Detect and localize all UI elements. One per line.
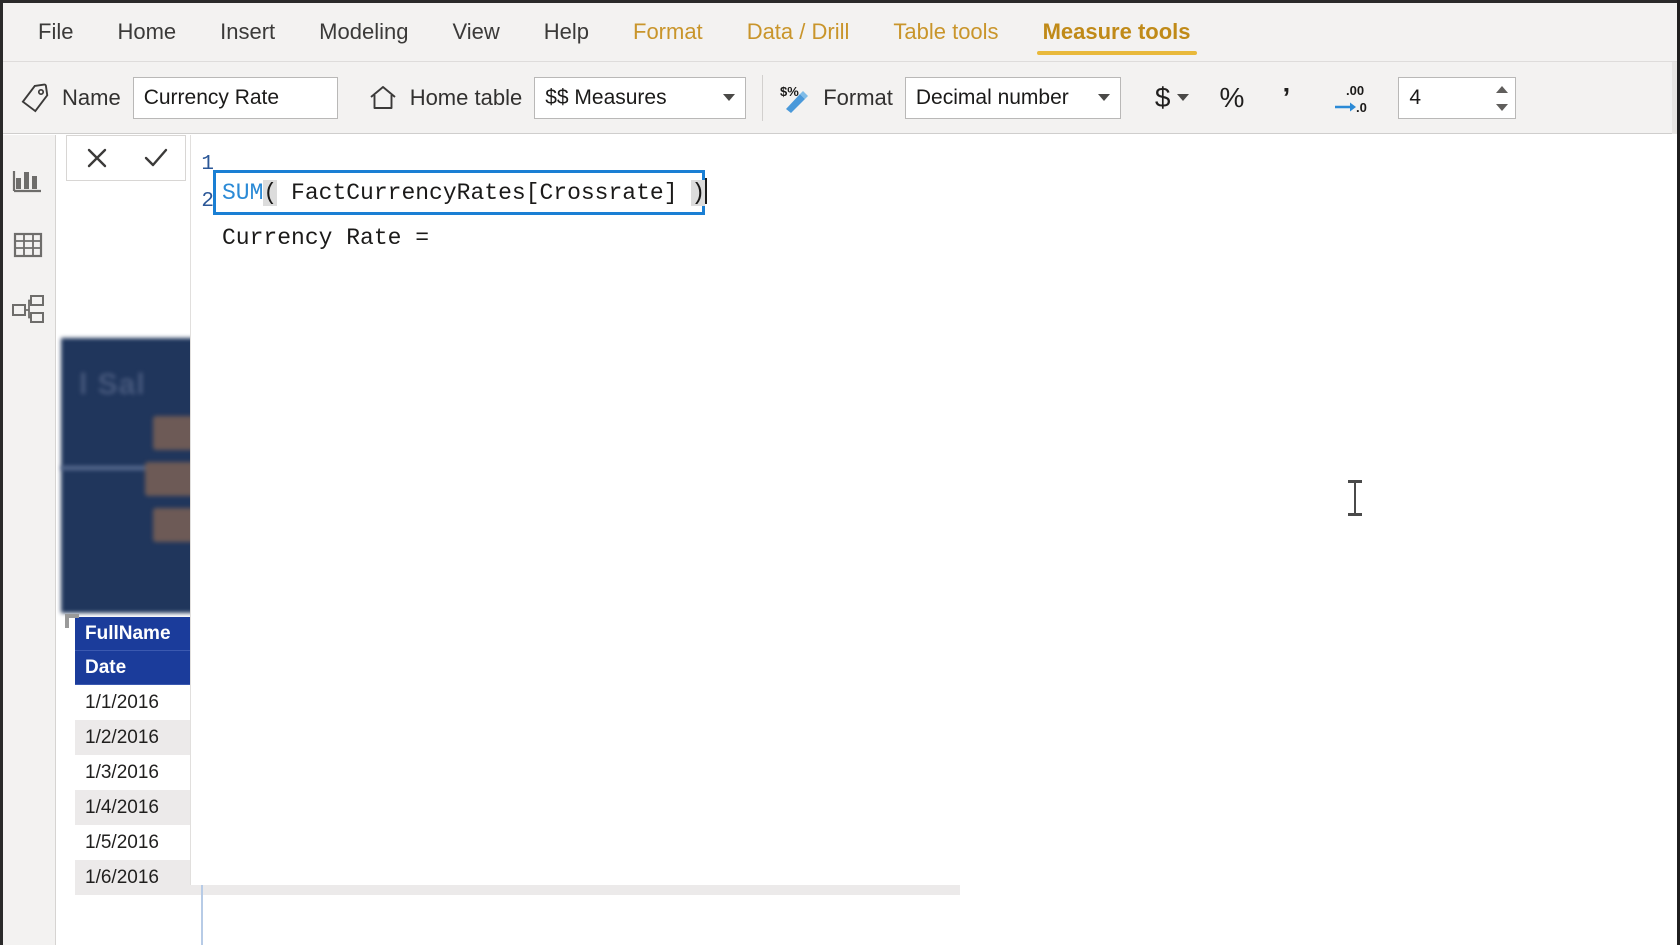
chevron-down-icon[interactable] xyxy=(1496,104,1509,111)
tag-icon xyxy=(18,81,52,115)
sidebar-item-model-view[interactable] xyxy=(0,277,56,341)
svg-text:$%: $% xyxy=(780,84,799,99)
decimal-places-value: 4 xyxy=(1409,85,1422,109)
close-x-icon[interactable] xyxy=(75,138,119,178)
tab-home[interactable]: Home xyxy=(95,3,198,61)
table-resize-handle[interactable] xyxy=(65,614,79,628)
home-table-value: $$ Measures xyxy=(545,85,667,109)
formula-commit-bar xyxy=(66,135,186,181)
table-header: FullName Date xyxy=(75,617,200,685)
tab-insert[interactable]: Insert xyxy=(198,3,297,61)
percent-format-button[interactable]: % xyxy=(1211,75,1252,121)
svg-text:.00: .00 xyxy=(1346,83,1364,98)
formula-line-numbers: 1 2 xyxy=(192,146,214,220)
chevron-down-icon xyxy=(1097,94,1110,101)
tab-modeling[interactable]: Modeling xyxy=(297,3,430,61)
cell-date: 1/1/2016 xyxy=(85,691,159,713)
chevron-up-icon[interactable] xyxy=(1496,86,1509,93)
decimal-places-icon[interactable]: .00 .0 xyxy=(1324,75,1382,121)
window-left-border xyxy=(0,0,3,945)
thousands-separator-button[interactable]: ’ xyxy=(1266,75,1306,121)
chevron-down-icon xyxy=(723,94,736,101)
stepper-arrows[interactable] xyxy=(1496,81,1509,117)
measure-tools-toolbar: Name Currency Rate Home table $$ Measure… xyxy=(0,62,1680,134)
cell-date: 1/6/2016 xyxy=(85,866,159,888)
home-table-label: Home table xyxy=(409,84,523,110)
format-pen-icon: $% xyxy=(779,81,813,115)
power-bi-window: l Sal Sup FullName Date 1/1/20 xyxy=(0,0,1680,945)
matching-paren-open: ( xyxy=(263,180,278,206)
tab-view[interactable]: View xyxy=(430,3,521,61)
chevron-down-icon[interactable] xyxy=(1177,94,1190,101)
currency-format-button[interactable]: $ xyxy=(1147,75,1198,121)
bar-chart-icon xyxy=(12,171,41,193)
window-top-border xyxy=(0,0,1680,3)
formula-body-text: FactCurrencyRates[Crossrate] xyxy=(277,180,692,206)
formula-line-2[interactable]: SUM( FactCurrencyRates[Crossrate] ) xyxy=(222,175,708,212)
decimal-places-stepper[interactable]: 4 xyxy=(1398,76,1517,119)
sidebar-item-data-view[interactable] xyxy=(0,213,56,277)
ribbon-tab-bar: File Home Insert Modeling View Help Form… xyxy=(0,0,1680,62)
currency-symbol: $ xyxy=(1154,81,1171,113)
tab-table-tools[interactable]: Table tools xyxy=(871,3,1020,61)
tab-data-drill[interactable]: Data / Drill xyxy=(725,3,872,61)
formula-line-1[interactable]: Currency Rate = xyxy=(222,146,429,331)
text-ibeam-cursor xyxy=(1348,478,1362,518)
format-label: Format xyxy=(823,84,893,110)
sidebar-item-report-view[interactable] xyxy=(0,149,56,213)
name-label: Name xyxy=(62,84,121,110)
formatting-group: $% Format Decimal number xyxy=(779,76,1121,119)
formula-text-line1: Currency Rate = xyxy=(222,225,430,251)
svg-text:.0: .0 xyxy=(1356,100,1367,115)
text-caret xyxy=(705,178,708,204)
tab-format[interactable]: Format xyxy=(611,3,725,61)
line-number: 2 xyxy=(201,190,214,213)
toolbar-divider xyxy=(762,74,764,121)
measure-name-input[interactable]: Currency Rate xyxy=(132,76,338,119)
format-type-select[interactable]: Decimal number xyxy=(904,76,1121,119)
table-grid-icon xyxy=(13,232,43,258)
cell-date: 1/2/2016 xyxy=(85,726,159,748)
cell-date: 1/3/2016 xyxy=(85,761,159,783)
format-type-value: Decimal number xyxy=(915,85,1069,109)
column-header-date[interactable]: Date xyxy=(75,651,200,685)
home-table-group: Home table $$ Measures xyxy=(366,76,747,119)
cell-date: 1/4/2016 xyxy=(85,796,159,818)
checkmark-icon[interactable] xyxy=(134,138,178,178)
tab-help[interactable]: Help xyxy=(522,3,611,61)
tab-measure-tools[interactable]: Measure tools xyxy=(1021,3,1213,61)
banner-title: l Sal xyxy=(79,368,146,401)
tab-file[interactable]: File xyxy=(16,3,95,61)
dax-function-keyword: SUM xyxy=(222,180,264,206)
relationship-model-icon xyxy=(12,295,44,323)
cell-date: 1/5/2016 xyxy=(85,831,159,853)
home-table-select[interactable]: $$ Measures xyxy=(534,76,747,119)
matching-paren-close: ) xyxy=(691,180,706,206)
column-header-fullname[interactable]: FullName xyxy=(75,617,200,651)
structure-group: Name Currency Rate xyxy=(18,76,338,119)
line-number: 1 xyxy=(201,153,214,176)
view-switcher-rail xyxy=(0,135,56,945)
home-icon xyxy=(366,81,400,115)
